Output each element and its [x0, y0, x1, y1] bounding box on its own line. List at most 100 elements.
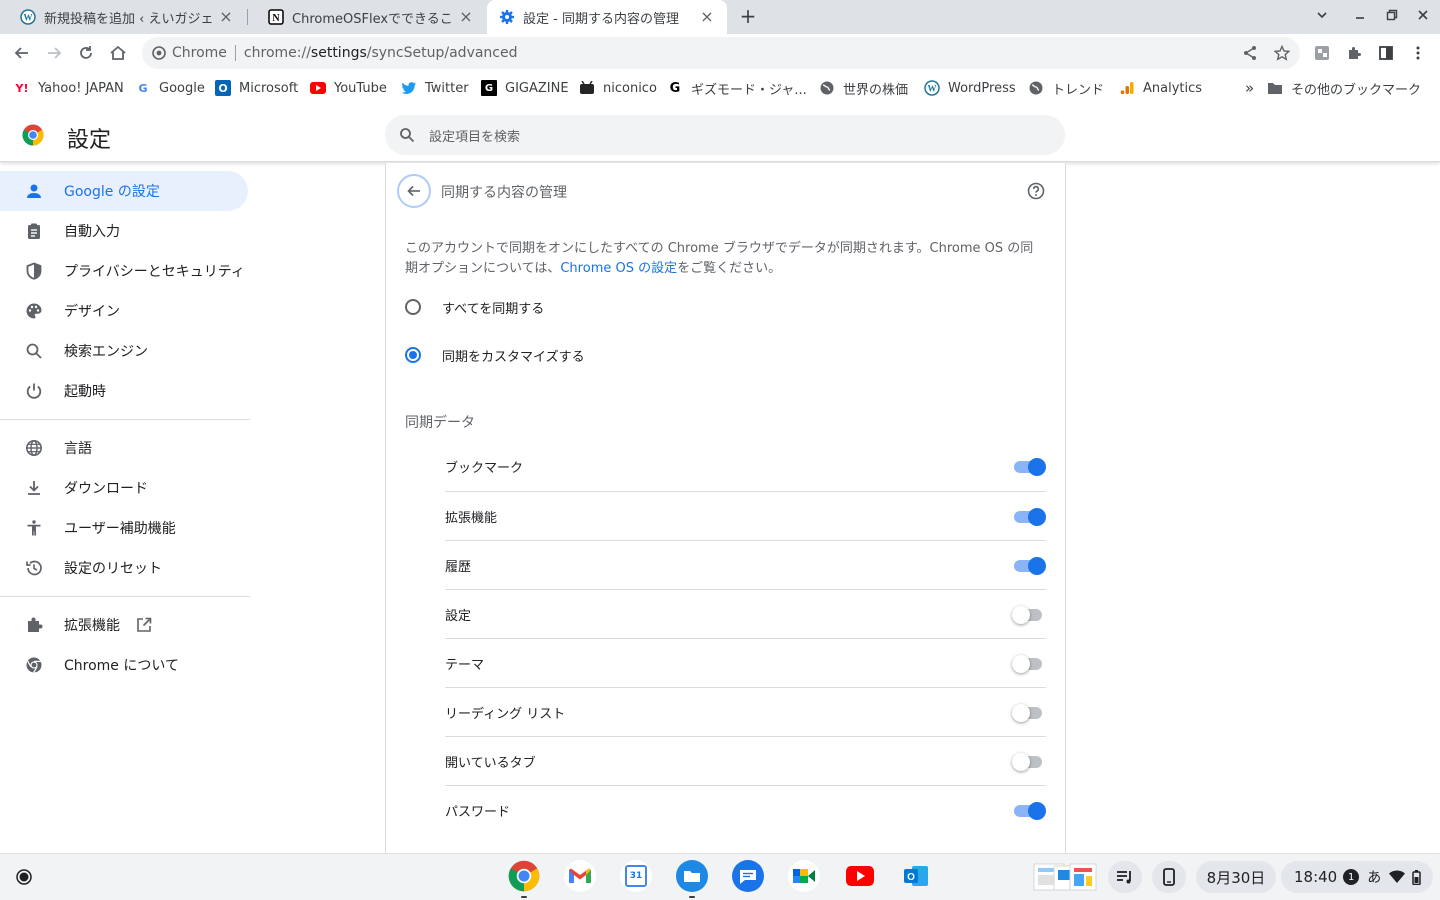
tab-settings[interactable]: 設定 - 同期する内容の管理 ×	[487, 0, 727, 34]
open-in-new-icon	[136, 617, 152, 633]
google-icon: G	[138, 81, 148, 95]
bookmark-item[interactable]: W WordPress	[924, 79, 1016, 97]
side-panel-icon[interactable]	[1374, 41, 1398, 65]
date-tray-button[interactable]: 8月30日	[1196, 861, 1276, 893]
tab-close-icon[interactable]: ×	[218, 9, 234, 25]
tab-wordpress[interactable]: W 新規投稿を追加 ‹ えいガジェ ×	[0, 0, 246, 34]
close-window-icon[interactable]	[1413, 7, 1433, 27]
extension-icon	[24, 615, 44, 635]
analytics-icon	[1119, 80, 1135, 96]
puzzle-extensions-icon[interactable]	[1342, 41, 1366, 65]
minimize-icon[interactable]	[1350, 7, 1370, 27]
files-icon	[676, 860, 708, 892]
more-menu-icon[interactable]	[1406, 41, 1430, 65]
shield-icon	[24, 261, 44, 281]
search-icon	[24, 341, 44, 361]
home-icon[interactable]	[106, 41, 130, 65]
sync-toggle[interactable]	[1014, 508, 1046, 526]
restore-icon[interactable]	[1382, 7, 1402, 27]
bookmark-item[interactable]: G Google	[135, 79, 205, 97]
status-area-button[interactable]: 18:40 1 あ	[1281, 861, 1433, 893]
other-bookmarks-label: その他のブックマーク	[1291, 82, 1422, 98]
launcher-button[interactable]	[8, 861, 40, 893]
shelf-app-outlook[interactable]: O	[900, 860, 932, 892]
shelf-app-calendar[interactable]: 31	[620, 860, 652, 892]
globe-icon	[24, 438, 44, 458]
sidebar-item-privacy[interactable]: プライバシーとセキュリティ	[0, 251, 248, 291]
wordpress-icon: W	[924, 80, 940, 96]
bookmark-item[interactable]: niconico	[579, 79, 657, 97]
sidebar-item-extensions[interactable]: 拡張機能	[0, 605, 248, 645]
sidebar-item-accessibility[interactable]: ユーザー補助機能	[0, 508, 248, 548]
back-button[interactable]	[397, 174, 431, 208]
sidebar-item-on-startup[interactable]: 起動時	[0, 371, 248, 411]
battery-icon	[1412, 869, 1421, 885]
settings-header: 設定 設定項目を検索	[0, 104, 1440, 162]
tab-close-icon[interactable]: ×	[458, 9, 474, 25]
radio-button[interactable]	[405, 347, 421, 363]
sidebar-item-appearance[interactable]: デザイン	[0, 291, 248, 331]
sidebar-item-downloads[interactable]: ダウンロード	[0, 468, 248, 508]
sidebar-item-label: ダウンロード	[64, 481, 148, 497]
reload-icon[interactable]	[74, 41, 98, 65]
sync-item-row: 履歴	[445, 540, 1046, 589]
ime-indicator: あ	[1367, 870, 1382, 886]
bookmark-item[interactable]: Y! Yahoo! JAPAN	[14, 79, 124, 97]
extension-app-icon[interactable]	[1310, 41, 1334, 65]
twitter-icon	[401, 80, 417, 96]
sync-toggle[interactable]	[1012, 704, 1044, 722]
shelf-app-chrome[interactable]	[508, 860, 540, 898]
sync-item-row: 設定	[445, 589, 1046, 638]
sync-toggle[interactable]	[1012, 606, 1044, 624]
shelf-app-meet[interactable]	[788, 860, 820, 892]
bookmark-item[interactable]: Analytics	[1119, 79, 1202, 97]
bookmark-item[interactable]: YouTube	[310, 79, 387, 97]
customize-sync-radio[interactable]: 同期をカスタマイズする	[405, 345, 585, 365]
sync-toggle[interactable]	[1012, 753, 1044, 771]
url-host: settings	[310, 45, 367, 61]
sync-toggle[interactable]	[1014, 557, 1046, 575]
sidebar-item-languages[interactable]: 言語	[0, 428, 248, 468]
tab-search-chevron-icon[interactable]	[1312, 7, 1332, 27]
back-arrow-icon[interactable]	[10, 41, 34, 65]
shelf-app-youtube[interactable]	[844, 860, 876, 892]
bookmark-item[interactable]: O Microsoft	[215, 79, 298, 97]
shelf-app-messages[interactable]	[732, 860, 764, 892]
sidebar-item-autofill[interactable]: 自動入力	[0, 211, 248, 251]
share-icon[interactable]	[1238, 41, 1262, 65]
sidebar-item-google-settings[interactable]: Google の設定	[0, 171, 248, 211]
shelf-app-files[interactable]	[676, 860, 708, 898]
chrome-os-settings-link[interactable]: Chrome OS の設定	[560, 261, 677, 276]
other-bookmarks-button[interactable]: その他のブックマーク	[1267, 79, 1422, 98]
bookmark-star-icon[interactable]	[1270, 41, 1294, 65]
bookmark-item[interactable]: G ギズモード・ジャ...	[667, 79, 807, 98]
bookmark-label: Google	[159, 80, 205, 96]
forward-arrow-icon[interactable]	[42, 41, 66, 65]
sync-toggle[interactable]	[1014, 458, 1046, 476]
sidebar-item-about-chrome[interactable]: Chrome について	[0, 645, 248, 685]
new-tab-button[interactable]: +	[736, 5, 760, 29]
bookmark-item[interactable]: 世界の株価	[819, 79, 908, 98]
phone-hub-button[interactable]	[1152, 861, 1186, 893]
tab-close-icon[interactable]: ×	[699, 9, 715, 25]
shelf-app-gmail[interactable]	[564, 860, 596, 892]
description-text-end: をご覧ください。	[677, 261, 782, 276]
tab-notion[interactable]: N ChromeOSFlexでできること ×	[248, 0, 486, 34]
sidebar-item-reset[interactable]: 設定のリセット	[0, 548, 248, 588]
sidebar-item-search-engine[interactable]: 検索エンジン	[0, 331, 248, 371]
sync-toggle[interactable]	[1014, 802, 1046, 820]
bookmarks-overflow-button[interactable]: »	[1245, 79, 1254, 97]
sync-all-radio[interactable]: すべてを同期する	[405, 297, 544, 317]
sync-item-label: 開いているタブ	[445, 755, 536, 771]
sync-toggle[interactable]	[1012, 655, 1044, 673]
bookmark-item[interactable]: トレンド	[1028, 79, 1104, 98]
holding-space-thumbnails[interactable]	[1030, 860, 1100, 894]
settings-search-input[interactable]: 設定項目を検索	[385, 115, 1065, 155]
media-controls-button[interactable]	[1108, 861, 1142, 893]
help-icon[interactable]	[1026, 181, 1046, 201]
address-bar[interactable]: Chrome chrome://settings/syncSetup/advan…	[142, 37, 1300, 69]
youtube-icon	[310, 80, 326, 96]
bookmark-item[interactable]: Twitter	[401, 79, 469, 97]
radio-button[interactable]	[405, 299, 421, 315]
bookmark-item[interactable]: G GIGAZINE	[481, 79, 569, 97]
